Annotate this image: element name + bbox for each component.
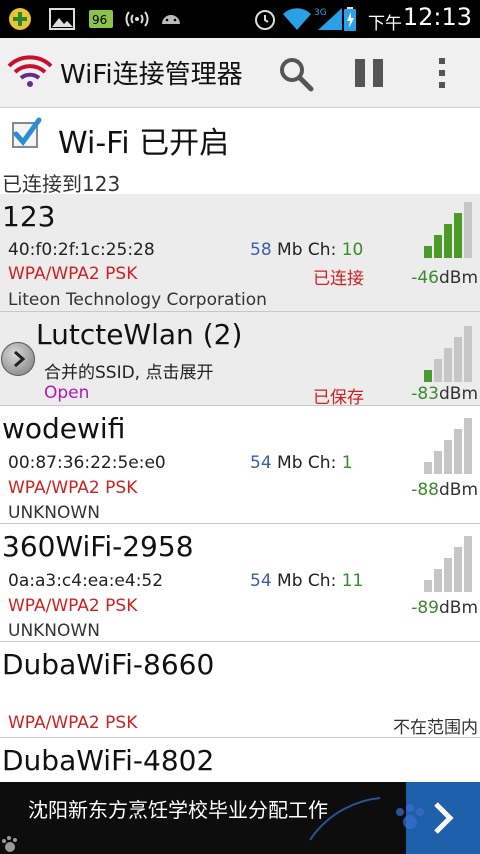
network-security: Open [44, 383, 90, 403]
expand-group-button[interactable] [1, 342, 35, 376]
network-group-subtitle: 合并的SSID, 点击展开 [44, 363, 214, 383]
baidu-watermark-logo [309, 797, 424, 841]
hotspot-icon [125, 11, 149, 27]
network-ssid: 360WiFi-2958 [2, 530, 194, 563]
network-item[interactable]: DubaWiFi-8660 WPA/WPA2 PSK 不在范围内 [0, 642, 480, 738]
network-ssid: DubaWiFi-8660 [2, 648, 215, 681]
signal-bar [434, 235, 442, 258]
search-icon[interactable] [278, 56, 314, 92]
signal-bar [464, 536, 472, 592]
signal-bar [454, 429, 462, 474]
wifi-enabled-checkbox[interactable] [12, 117, 42, 148]
network-mac: 00:87:36:22:5e:e0 [8, 453, 166, 473]
svg-text:3G: 3G [314, 8, 327, 18]
signal-bar [434, 359, 442, 382]
wifi-status-icon [283, 8, 311, 30]
signal-strength-icon [424, 326, 472, 382]
connected-section-header: 已连接到123 [2, 172, 121, 196]
network-signal: -83dBm [411, 384, 478, 404]
alarm-icon [255, 10, 275, 30]
signal-bar [464, 202, 472, 258]
network-vendor: UNKNOWN [8, 503, 100, 523]
wifi-toggle-label: Wi-Fi 已开启 [58, 126, 230, 161]
app-title: WiFi连接管理器 [60, 60, 243, 90]
network-signal: -88dBm [411, 480, 478, 500]
signal-bar [454, 547, 462, 592]
network-item[interactable]: 123 40:f0:2f:1c:25:28 58 Mb Ch: 10 WPA/W… [0, 194, 480, 312]
signal-bar [424, 462, 432, 474]
overflow-menu-icon[interactable] [432, 56, 452, 90]
signal-strength-icon [424, 418, 472, 474]
action-bar: WiFi连接管理器 [0, 38, 480, 108]
paw-icon [2, 836, 17, 852]
network-mac: 40:f0:2f:1c:25:28 [8, 240, 155, 260]
network-rate: 58 Mb Ch: 10 [250, 240, 364, 260]
network-vendor: Liteon Technology Corporation [8, 290, 267, 310]
network-security: WPA/WPA2 PSK [8, 264, 138, 284]
status-bar: 96 3G 下午 12:13 [0, 0, 480, 38]
battery-icon [344, 7, 356, 31]
signal-bar [434, 569, 442, 592]
signal-bar [444, 348, 452, 382]
signal-bar [444, 440, 452, 474]
signal-strength-icon [424, 202, 472, 258]
network-ssid: DubaWiFi-4802 [2, 744, 215, 777]
mobile-signal-icon: 3G [314, 8, 342, 30]
signal-bar [464, 326, 472, 382]
status-ampm: 下午 [368, 14, 402, 34]
network-status: 已保存 [313, 388, 364, 408]
signal-bar [444, 558, 452, 592]
network-ssid: wodewifi [2, 412, 126, 445]
pause-icon[interactable] [352, 56, 386, 90]
plus-badge-icon [9, 8, 31, 30]
network-status: 已连接 [313, 269, 364, 289]
ad-text: 沈阳新东方烹饪学校毕业分配工作 [28, 798, 328, 822]
network-item[interactable]: DubaWiFi-4802 [0, 738, 480, 788]
network-mac: 0a:a3:c4:ea:e4:52 [8, 571, 164, 591]
network-vendor: UNKNOWN [8, 621, 100, 641]
gallery-icon [49, 8, 75, 30]
network-rate: 54 Mb Ch: 11 [250, 571, 364, 591]
network-group-item[interactable]: LutcteWlan (2) 合并的SSID, 点击展开 Open 已保存 -8… [0, 312, 480, 408]
signal-bar [464, 418, 472, 474]
network-item[interactable]: 360WiFi-2958 0a:a3:c4:ea:e4:52 54 Mb Ch:… [0, 524, 480, 642]
network-signal: -89dBm [411, 598, 478, 618]
battery-percent-icon: 96 [89, 10, 113, 28]
checkmark-icon [13, 117, 42, 147]
network-ssid: 123 [2, 200, 56, 233]
network-security: WPA/WPA2 PSK [8, 478, 138, 498]
network-security: WPA/WPA2 PSK [8, 596, 138, 616]
network-item[interactable]: wodewifi 00:87:36:22:5e:e0 54 Mb Ch: 1 W… [0, 406, 480, 524]
status-time: 12:13 [402, 3, 472, 31]
signal-strength-icon [424, 536, 472, 592]
wifi-toggle-row[interactable]: Wi-Fi 已开启 [0, 108, 480, 166]
network-ssid: LutcteWlan (2) [36, 318, 243, 351]
signal-bar [454, 213, 462, 258]
network-rate: 54 Mb Ch: 1 [250, 453, 353, 473]
svg-text:96: 96 [92, 13, 107, 27]
signal-bar [444, 224, 452, 258]
android-icon [162, 15, 180, 24]
signal-bar [454, 337, 462, 382]
network-security: WPA/WPA2 PSK [8, 713, 138, 733]
signal-bar [434, 451, 442, 474]
chevron-right-icon [14, 350, 26, 368]
signal-bar [424, 246, 432, 258]
network-status: 不在范围内 [393, 718, 478, 738]
signal-bar [424, 580, 432, 592]
wifi-logo-icon [7, 55, 53, 87]
network-signal: -46dBm [411, 268, 478, 288]
signal-bar [424, 370, 432, 382]
